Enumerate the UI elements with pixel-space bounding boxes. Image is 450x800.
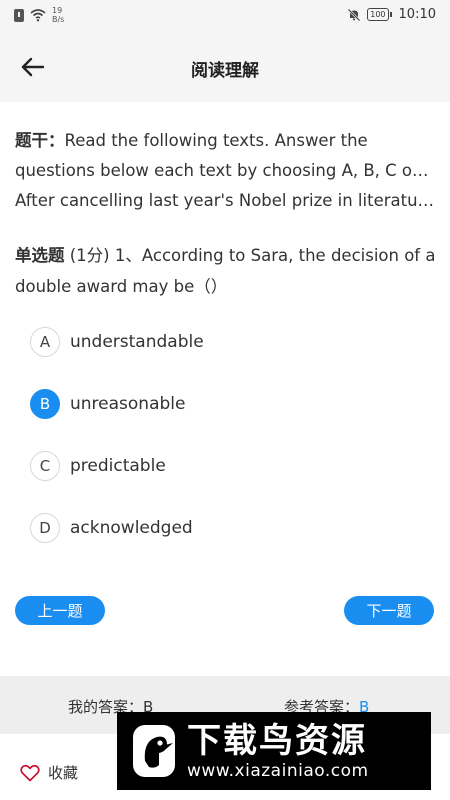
- watermark-text: 下载鸟资源 www.xiazainiao.com: [187, 721, 369, 781]
- net-speed: 19 B/s: [52, 6, 64, 24]
- bird-logo-icon: [133, 725, 175, 777]
- option-text: acknowledged: [70, 518, 193, 538]
- option-letter: C: [30, 451, 60, 481]
- option-a[interactable]: A understandable: [30, 326, 204, 358]
- option-b[interactable]: B unreasonable: [30, 388, 185, 420]
- favorite-label: 收藏: [48, 764, 79, 782]
- sim-icon: [14, 8, 24, 22]
- status-right: 100 10:10: [347, 7, 436, 22]
- option-letter-selected: B: [30, 389, 60, 419]
- watermark-url: www.xiazainiao.com: [187, 761, 369, 781]
- prev-question-button[interactable]: 上一题: [15, 596, 105, 625]
- watermark-banner: 下载鸟资源 www.xiazainiao.com: [117, 712, 431, 790]
- stem-text-3[interactable]: After cancelling last year's Nobel prize…: [15, 186, 435, 216]
- net-speed-unit: B/s: [52, 15, 65, 24]
- option-text: predictable: [70, 456, 166, 476]
- question: 单选题 (1分) 1、According to Sara, the decisi…: [15, 240, 437, 302]
- mute-icon: [347, 8, 361, 21]
- option-letter: D: [30, 513, 60, 543]
- heart-outline-icon: [20, 764, 40, 781]
- stem-text-2: questions below each text by choosing A,…: [15, 161, 435, 180]
- next-question-button[interactable]: 下一题: [344, 596, 434, 625]
- header: 阅读理解: [0, 32, 450, 102]
- stem-line-1: 题干：Read the following texts. Answer the: [15, 126, 435, 156]
- watermark-main: 下载鸟资源: [187, 721, 367, 761]
- option-d[interactable]: D acknowledged: [30, 512, 193, 544]
- status-time: 10:10: [398, 7, 436, 22]
- favorite-button[interactable]: 收藏: [20, 762, 78, 783]
- wifi-icon: [30, 9, 46, 22]
- option-text: understandable: [70, 332, 204, 352]
- option-letter: A: [30, 327, 60, 357]
- battery-indicator: 100: [367, 8, 392, 21]
- question-score: (1分): [69, 246, 110, 265]
- question-type: 单选题: [15, 246, 65, 265]
- question-stem: 题干：Read the following texts. Answer the …: [15, 126, 435, 216]
- option-c[interactable]: C predictable: [30, 450, 166, 482]
- status-left: 19 B/s: [14, 6, 64, 24]
- stem-label: 题干：: [15, 131, 65, 150]
- page-title: 阅读理解: [191, 61, 259, 81]
- net-speed-value: 19: [52, 6, 63, 15]
- option-text: unreasonable: [70, 394, 186, 414]
- stem-text-1: Read the following texts. Answer the: [64, 131, 368, 150]
- status-bar: 19 B/s 100 10:10: [0, 0, 450, 32]
